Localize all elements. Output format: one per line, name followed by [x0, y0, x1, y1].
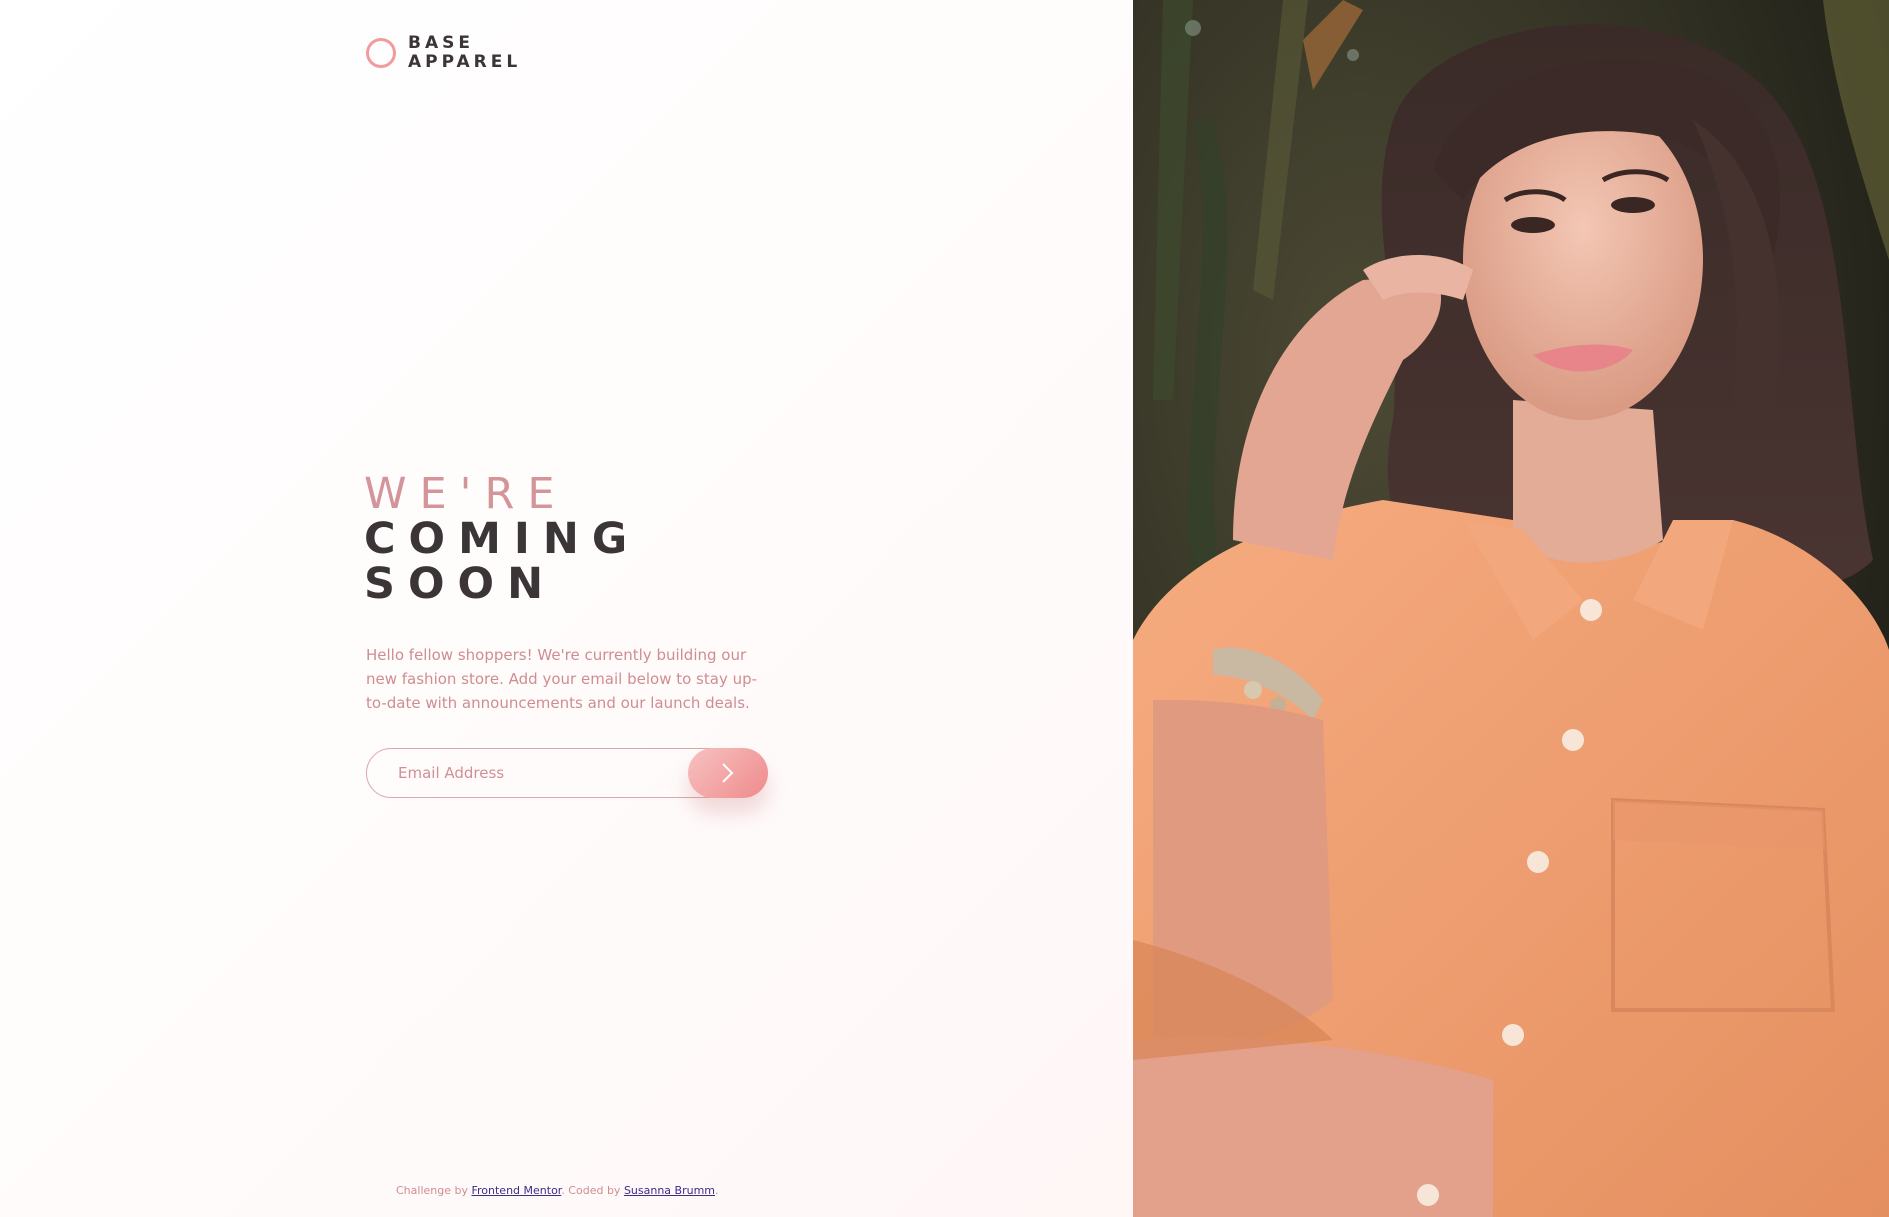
hero-photo: [1133, 0, 1889, 1217]
chevron-right-icon: [722, 763, 734, 783]
attribution-suffix: .: [715, 1184, 719, 1197]
author-link[interactable]: Susanna Brumm: [624, 1184, 715, 1197]
logo[interactable]: BASE APPAREL: [366, 34, 521, 72]
logo-line-1: BASE: [408, 33, 474, 53]
frontend-mentor-link[interactable]: Frontend Mentor: [471, 1184, 561, 1197]
submit-button[interactable]: [688, 748, 768, 798]
title-bold-2: SOON: [364, 559, 557, 609]
content-panel: BASE APPAREL WE'RE COMING SOON Hello fel…: [0, 0, 1133, 1217]
logo-line-2: APPAREL: [408, 52, 522, 72]
logo-text: BASE APPAREL: [408, 34, 521, 72]
hero-image-panel: [1133, 0, 1889, 1217]
page-title: WE'RE COMING SOON: [364, 472, 640, 607]
page: BASE APPAREL WE'RE COMING SOON Hello fel…: [0, 0, 1889, 1217]
title-light: WE'RE: [364, 469, 568, 519]
attribution-footer: Challenge by Frontend Mentor. Coded by S…: [396, 1184, 719, 1197]
intro-text: Hello fellow shoppers! We're currently b…: [366, 646, 758, 712]
title-bold-1: COMING: [364, 514, 641, 564]
email-form: [366, 748, 768, 798]
attribution-middle: . Coded by: [561, 1184, 624, 1197]
attribution-prefix: Challenge by: [396, 1184, 472, 1197]
logo-circle-icon: [366, 38, 396, 68]
